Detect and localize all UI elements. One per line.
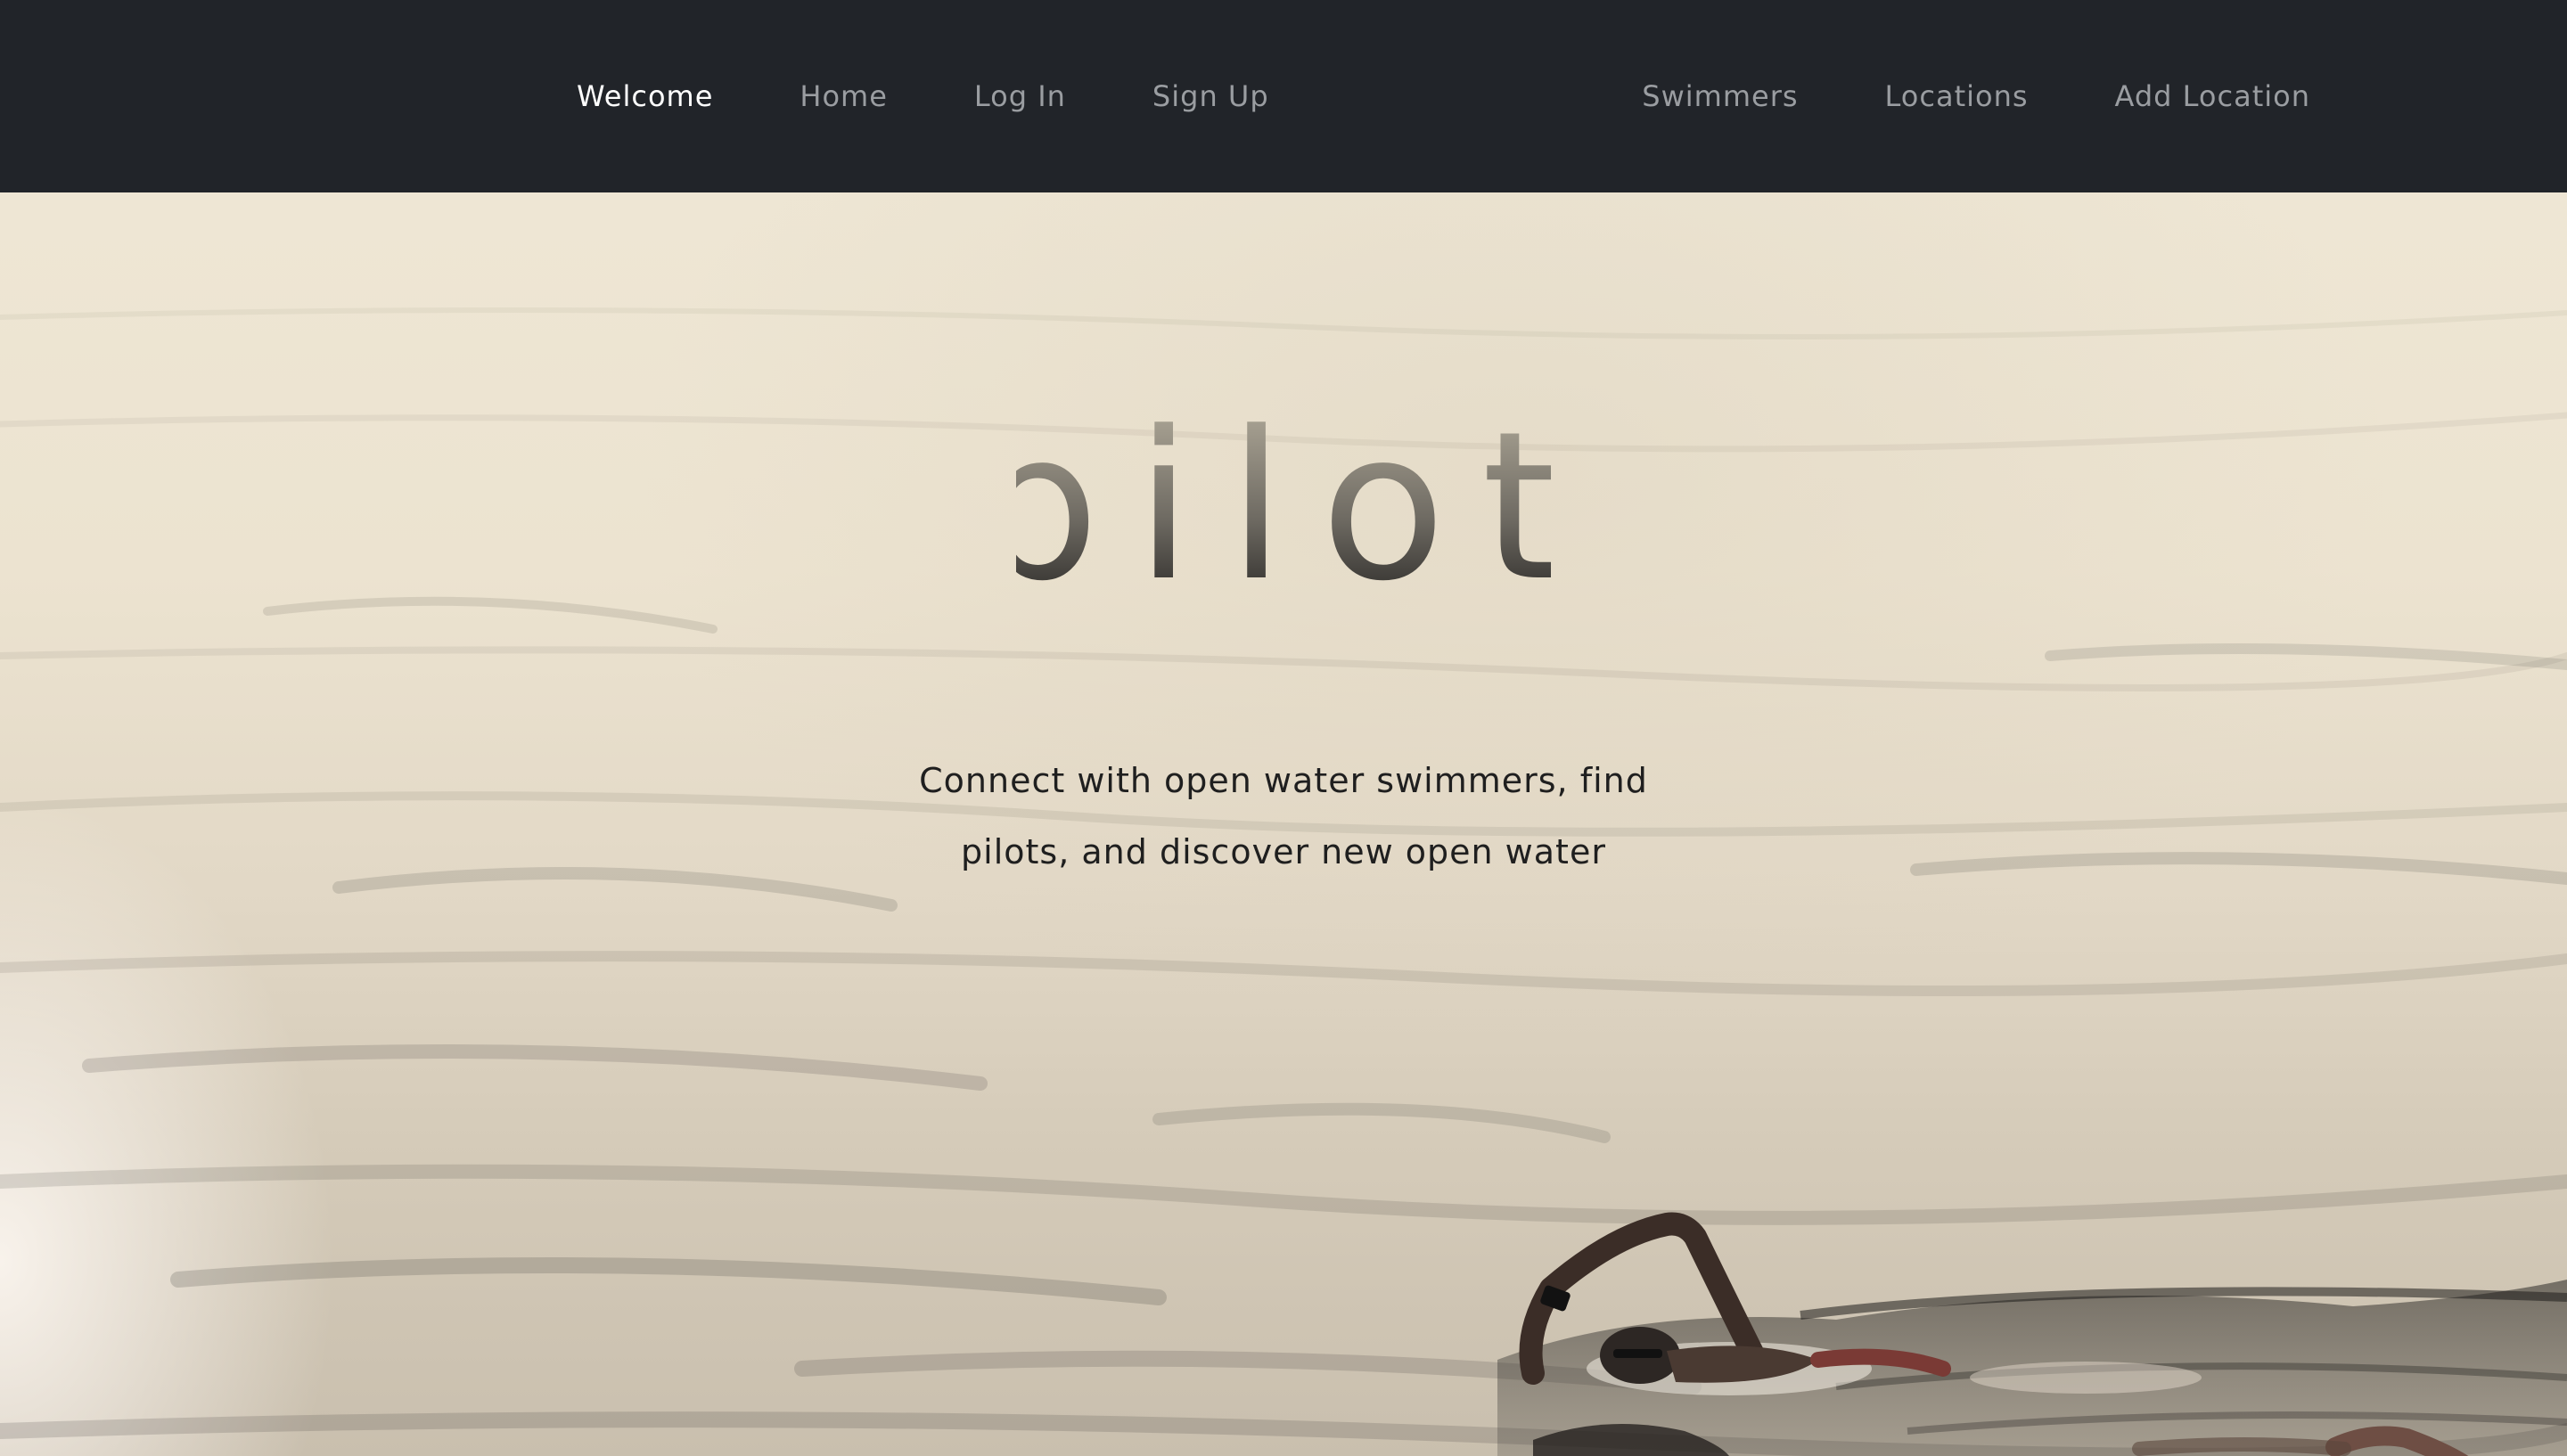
nav-link-add-location[interactable]: Add Location xyxy=(2115,79,2310,113)
pilot-logo: pilot xyxy=(1016,389,1551,626)
swimmer-photo-figure xyxy=(1497,1212,2567,1456)
hero-section: pilot Connect with open water swimmers, … xyxy=(0,192,2567,1456)
tagline-line-2: pilots, and discover new open water xyxy=(961,832,1606,871)
nav-link-home[interactable]: Home xyxy=(800,79,888,113)
nav-link-sign-up[interactable]: Sign Up xyxy=(1152,79,1269,113)
top-navbar: Welcome Home Log In Sign Up Swimmers Loc… xyxy=(0,0,2567,192)
nav-link-log-in[interactable]: Log In xyxy=(974,79,1066,113)
hero-tagline: Connect with open water swimmers, find p… xyxy=(838,745,1729,888)
tagline-line-1: Connect with open water swimmers, find xyxy=(919,761,1648,800)
nav-left-group: Welcome Home Log In Sign Up xyxy=(577,0,1269,192)
nav-right-group: Swimmers Locations Add Location xyxy=(1642,0,2310,192)
nav-link-welcome[interactable]: Welcome xyxy=(577,79,713,113)
nav-link-locations[interactable]: Locations xyxy=(1885,79,2029,113)
nav-link-swimmers[interactable]: Swimmers xyxy=(1642,79,1798,113)
logo-text: pilot xyxy=(1016,389,1551,626)
